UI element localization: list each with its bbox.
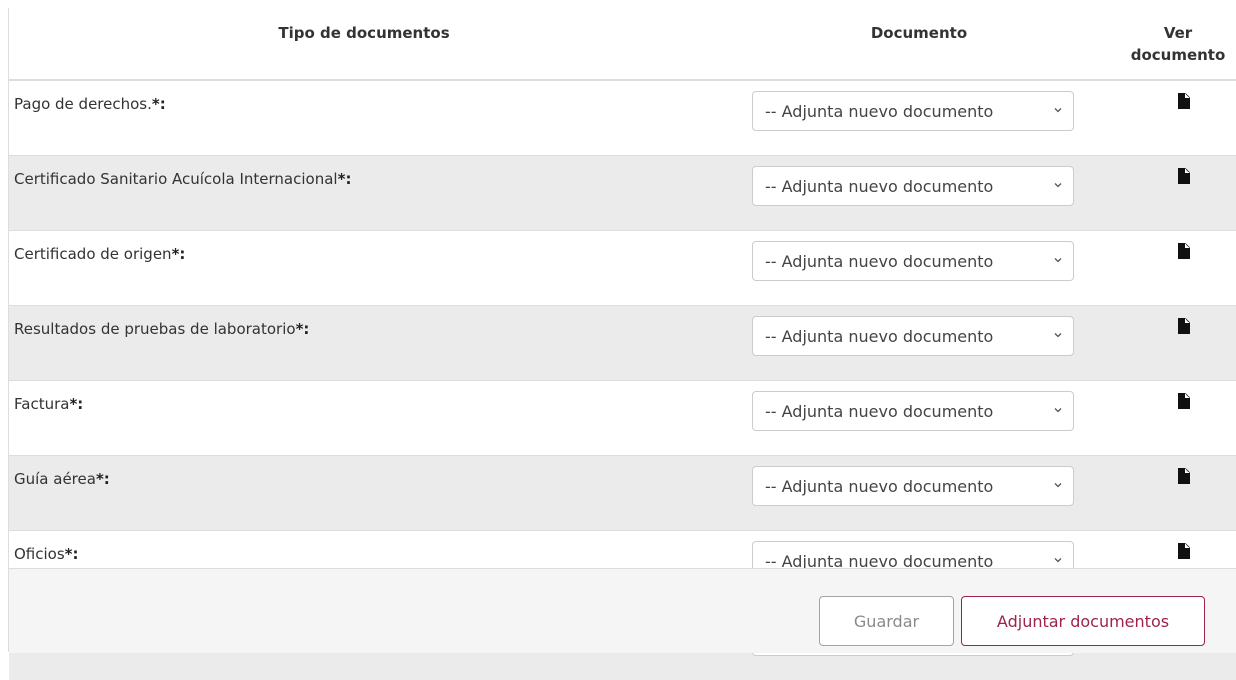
document-type-cell: Pago de derechos.*:: [9, 80, 719, 156]
document-select-cell: -- Adjunta nuevo documento: [719, 80, 1119, 156]
document-select-value: -- Adjunta nuevo documento: [765, 477, 993, 496]
documents-panel: Tipo de documentos Documento Ver documen…: [8, 8, 1236, 652]
view-document-cell: [1119, 80, 1236, 156]
required-mark: *:: [65, 545, 79, 563]
file-icon[interactable]: [1178, 93, 1190, 109]
document-type-label: Oficios: [14, 545, 65, 563]
document-select[interactable]: -- Adjunta nuevo documento: [752, 241, 1074, 281]
chevron-down-icon: [1053, 180, 1063, 190]
required-mark: *:: [96, 470, 110, 488]
chevron-down-icon: [1053, 255, 1063, 265]
chevron-down-icon: [1053, 330, 1063, 340]
file-icon[interactable]: [1178, 168, 1190, 184]
document-select-value: -- Adjunta nuevo documento: [765, 402, 993, 421]
table-header-row: Tipo de documentos Documento Ver documen…: [9, 8, 1236, 80]
chevron-down-icon: [1053, 555, 1063, 565]
document-type-label: Certificado de origen: [14, 245, 172, 263]
attach-documents-button[interactable]: Adjuntar documentos: [961, 596, 1205, 646]
required-mark: *:: [152, 95, 166, 113]
chevron-down-icon: [1053, 105, 1063, 115]
document-type-label: Pago de derechos.: [14, 95, 152, 113]
file-icon[interactable]: [1178, 543, 1190, 559]
header-ver-documento: Ver documento: [1119, 8, 1236, 80]
document-select-value: -- Adjunta nuevo documento: [765, 102, 993, 121]
document-select-cell: -- Adjunta nuevo documento: [719, 231, 1119, 306]
chevron-down-icon: [1053, 405, 1063, 415]
document-type-cell: Factura*:: [9, 381, 719, 456]
required-mark: *:: [338, 170, 352, 188]
document-select[interactable]: -- Adjunta nuevo documento: [752, 166, 1074, 206]
document-select-value: -- Adjunta nuevo documento: [765, 177, 993, 196]
document-type-cell: Guía aérea*:: [9, 456, 719, 531]
document-type-label: Resultados de pruebas de laboratorio: [14, 320, 296, 338]
table-row: Certificado de origen*: -- Adjunta nuevo …: [9, 231, 1236, 306]
file-icon[interactable]: [1178, 243, 1190, 259]
document-type-cell: Certificado Sanitario Acuícola Internaci…: [9, 156, 719, 231]
header-tipo-documentos: Tipo de documentos: [9, 8, 719, 80]
file-icon[interactable]: [1178, 318, 1190, 334]
document-select[interactable]: -- Adjunta nuevo documento: [752, 391, 1074, 431]
required-mark: *:: [172, 245, 186, 263]
save-button[interactable]: Guardar: [819, 596, 954, 646]
document-select-value: -- Adjunta nuevo documento: [765, 252, 993, 271]
view-document-cell: [1119, 156, 1236, 231]
header-documento: Documento: [719, 8, 1119, 80]
document-select-value: -- Adjunta nuevo documento: [765, 327, 993, 346]
required-mark: *:: [296, 320, 310, 338]
header-ver-line2: documento: [1131, 46, 1226, 64]
document-type-label: Factura: [14, 395, 69, 413]
view-document-cell: [1119, 306, 1236, 381]
table-row: Resultados de pruebas de laboratorio*: --…: [9, 306, 1236, 381]
header-ver-line1: Ver: [1164, 24, 1192, 42]
document-select[interactable]: -- Adjunta nuevo documento: [752, 91, 1074, 131]
view-document-cell: [1119, 456, 1236, 531]
file-icon[interactable]: [1178, 468, 1190, 484]
document-select-cell: -- Adjunta nuevo documento: [719, 306, 1119, 381]
table-row: Certificado Sanitario Acuícola Internaci…: [9, 156, 1236, 231]
table-row: Pago de derechos.*: -- Adjunta nuevo docu…: [9, 80, 1236, 156]
document-select-cell: -- Adjunta nuevo documento: [719, 456, 1119, 531]
document-select[interactable]: -- Adjunta nuevo documento: [752, 316, 1074, 356]
document-select[interactable]: -- Adjunta nuevo documento: [752, 466, 1074, 506]
view-document-cell: [1119, 231, 1236, 306]
table-row: Guía aérea*: -- Adjunta nuevo documento: [9, 456, 1236, 531]
required-mark: *:: [69, 395, 83, 413]
document-type-label: Certificado Sanitario Acuícola Internaci…: [14, 170, 338, 188]
file-icon[interactable]: [1178, 393, 1190, 409]
view-document-cell: [1119, 381, 1236, 456]
table-row: Factura*: -- Adjunta nuevo documento: [9, 381, 1236, 456]
chevron-down-icon: [1053, 480, 1063, 490]
form-footer: Guardar Adjuntar documentos: [9, 568, 1236, 653]
document-type-label: Guía aérea: [14, 470, 96, 488]
document-type-cell: Certificado de origen*:: [9, 231, 719, 306]
document-type-cell: Resultados de pruebas de laboratorio*:: [9, 306, 719, 381]
document-select-cell: -- Adjunta nuevo documento: [719, 156, 1119, 231]
document-select-cell: -- Adjunta nuevo documento: [719, 381, 1119, 456]
